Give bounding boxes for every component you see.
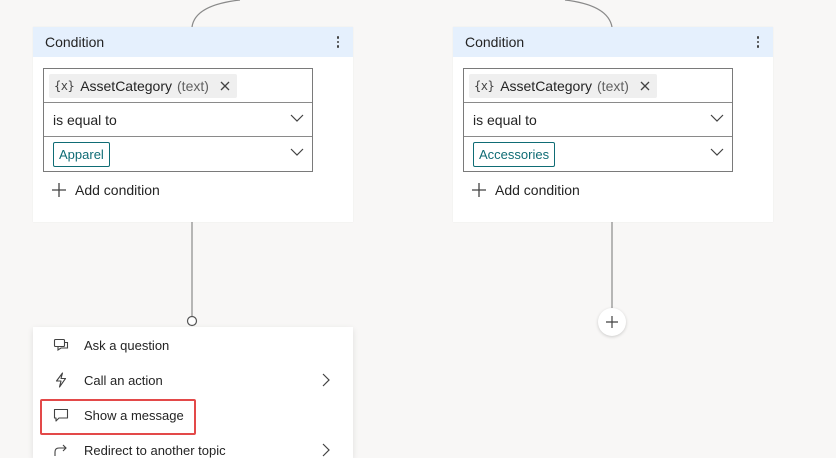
close-icon[interactable] xyxy=(219,80,231,92)
chevron-down-icon xyxy=(290,114,304,122)
condition-expression: {x} AssetCategory (text) is equal to App… xyxy=(43,68,313,172)
condition-expression: {x} AssetCategory (text) is equal to Acc… xyxy=(463,68,733,172)
chat-question-icon xyxy=(53,338,69,352)
condition-title: Condition xyxy=(45,34,105,50)
add-condition-button[interactable]: Add condition xyxy=(471,182,580,198)
condition-card-header: Condition xyxy=(33,27,353,57)
condition-title: Condition xyxy=(465,34,525,50)
variable-name: AssetCategory xyxy=(500,77,593,94)
chevron-right-icon xyxy=(322,443,330,457)
condition-card-header: Condition xyxy=(453,27,773,57)
chevron-down-icon xyxy=(290,148,304,156)
message-icon xyxy=(53,408,69,422)
variable-chip[interactable]: {x} AssetCategory (text) xyxy=(469,73,657,98)
value-dropdown[interactable]: Apparel xyxy=(44,137,312,171)
menu-item-redirect-topic[interactable]: Redirect to another topic xyxy=(33,433,353,458)
close-icon[interactable] xyxy=(639,80,651,92)
menu-item-label: Show a message xyxy=(84,407,184,423)
plus-icon xyxy=(52,183,66,197)
redirect-arrow-icon xyxy=(54,444,67,456)
menu-item-show-message[interactable]: Show a message xyxy=(33,398,353,432)
menu-item-label: Call an action xyxy=(84,372,163,388)
operator-value: is equal to xyxy=(473,111,537,128)
chevron-down-icon xyxy=(710,114,724,122)
flash-icon xyxy=(55,372,67,388)
plus-icon xyxy=(606,316,618,328)
add-node-menu: Ask a question Call an action Show a mes… xyxy=(33,327,353,458)
menu-item-label: Ask a question xyxy=(84,337,170,353)
variable-row: {x} AssetCategory (text) xyxy=(464,69,732,103)
add-condition-label: Add condition xyxy=(495,182,580,198)
more-options-icon[interactable] xyxy=(751,32,765,52)
menu-item-ask-question[interactable]: Ask a question xyxy=(33,328,353,362)
variable-row: {x} AssetCategory (text) xyxy=(44,69,312,103)
connector-top-right xyxy=(564,0,613,28)
menu-item-call-action[interactable]: Call an action xyxy=(33,363,353,397)
connector-top-left xyxy=(191,0,241,28)
operator-dropdown[interactable]: is equal to xyxy=(464,103,732,137)
condition-card-2: Condition {x} AssetCategory (text) is eq… xyxy=(453,27,773,222)
add-node-button[interactable] xyxy=(598,308,626,336)
variable-name: AssetCategory xyxy=(80,77,173,94)
plus-icon xyxy=(472,183,486,197)
chevron-right-icon xyxy=(322,373,330,387)
value-dropdown[interactable]: Accessories xyxy=(464,137,732,171)
chevron-down-icon xyxy=(710,148,724,156)
condition-card-1: Condition {x} AssetCategory (text) is eq… xyxy=(33,27,353,222)
add-condition-label: Add condition xyxy=(75,182,160,198)
operator-value: is equal to xyxy=(53,111,117,128)
menu-item-label: Redirect to another topic xyxy=(84,442,226,458)
more-options-icon[interactable] xyxy=(331,32,345,52)
value-chip[interactable]: Accessories xyxy=(473,141,556,167)
variable-icon: {x} xyxy=(54,78,75,93)
variable-type: (text) xyxy=(177,77,209,94)
variable-chip[interactable]: {x} AssetCategory (text) xyxy=(49,73,237,98)
value-chip[interactable]: Apparel xyxy=(53,141,110,167)
add-condition-button[interactable]: Add condition xyxy=(51,182,160,198)
connector-node-dot xyxy=(186,315,198,327)
operator-dropdown[interactable]: is equal to xyxy=(44,103,312,137)
variable-icon: {x} xyxy=(474,78,495,93)
variable-type: (text) xyxy=(597,77,629,94)
